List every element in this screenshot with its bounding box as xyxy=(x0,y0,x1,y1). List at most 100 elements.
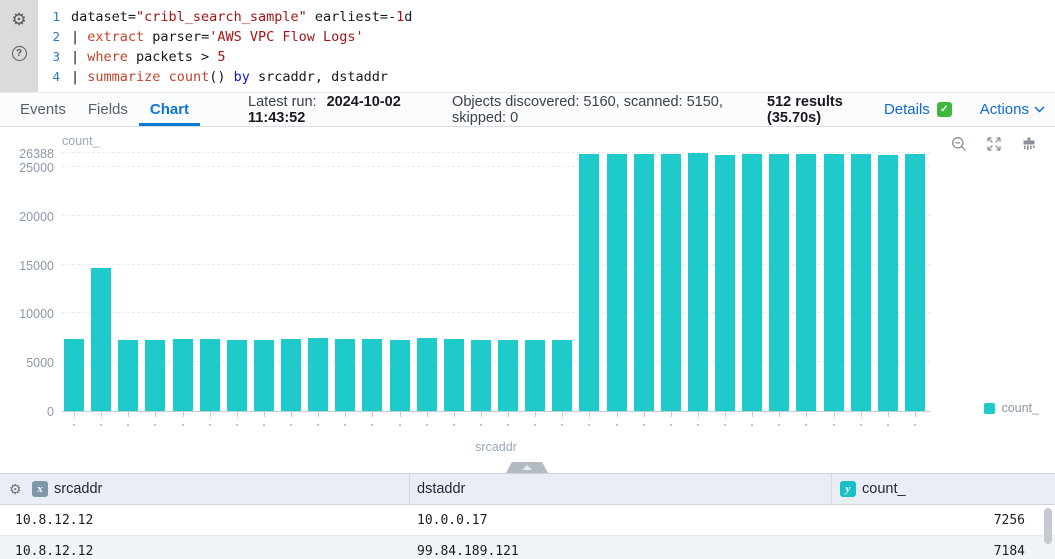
x-axis-tick xyxy=(101,412,103,417)
editor-settings-button[interactable]: ⚙ xyxy=(0,7,38,31)
bar[interactable] xyxy=(416,338,437,411)
chart-panel: count_ srcaddr count_ 0 5000 10000 15000… xyxy=(0,127,1055,462)
bar[interactable] xyxy=(443,339,464,411)
cell-count[interactable]: 7256 xyxy=(832,513,1055,528)
bar[interactable] xyxy=(904,154,925,411)
x-axis-tick xyxy=(209,412,211,417)
tab-chart[interactable]: Chart xyxy=(138,93,201,126)
bar[interactable] xyxy=(579,153,600,411)
cell-count[interactable]: 7184 xyxy=(832,544,1055,559)
actions-menu[interactable]: Actions xyxy=(980,101,1045,118)
query-line[interactable]: 2 | extract parser='AWS VPC Flow Logs' xyxy=(38,27,412,47)
bar[interactable] xyxy=(877,154,898,411)
legend[interactable]: count_ xyxy=(984,401,1039,415)
y-axis-tick-label: 0 xyxy=(47,405,54,419)
x-tick-label-dot xyxy=(615,424,618,426)
x-axis-tick xyxy=(128,412,130,417)
tabbar-actions: Details ✓ Actions xyxy=(884,101,1055,118)
expand-icon[interactable] xyxy=(986,136,1002,152)
cell-srcaddr[interactable]: 10.8.12.12 xyxy=(0,544,410,559)
scrollbar-thumb[interactable] xyxy=(1044,508,1052,544)
latest-run-label: Latest run: xyxy=(248,93,317,110)
x-tick-label-dot xyxy=(669,424,672,426)
bar[interactable] xyxy=(172,338,193,411)
results-tabbar: Events Fields Chart Latest run: 2024-10-… xyxy=(0,92,1055,127)
editor-help-button[interactable]: ? xyxy=(0,41,38,65)
x-axis-tick xyxy=(725,412,726,417)
bar[interactable] xyxy=(850,153,871,411)
bar[interactable] xyxy=(525,339,546,411)
bar[interactable] xyxy=(715,155,735,411)
bar[interactable] xyxy=(606,154,627,411)
x-axis-tick xyxy=(372,412,374,417)
query-line[interactable]: 4 | summarize count() by srcaddr, dstaddr xyxy=(38,67,412,87)
x-axis-tick xyxy=(155,412,157,417)
bar[interactable] xyxy=(470,339,491,411)
column-header-dstaddr[interactable]: dstaddr xyxy=(410,474,832,504)
x-tick-label-dot xyxy=(181,424,184,426)
bar[interactable] xyxy=(498,339,518,411)
status-check-icon: ✓ xyxy=(936,102,952,117)
x-axis-tick xyxy=(74,412,75,417)
cell-srcaddr[interactable]: 10.8.12.12 xyxy=(0,513,410,528)
zoom-out-icon[interactable] xyxy=(951,136,967,152)
x-tick-label-dot xyxy=(208,424,211,426)
bar[interactable] xyxy=(226,339,247,411)
bar[interactable] xyxy=(281,339,301,411)
query-editor[interactable]: ⚙ ? 1 dataset="cribl_search_sample" earli… xyxy=(0,0,1055,92)
x-axis-title: srcaddr xyxy=(475,440,517,454)
table-settings-icon[interactable]: ⚙ xyxy=(9,482,24,497)
table-row[interactable]: 10.8.12.12 10.0.0.17 7256 xyxy=(0,505,1055,536)
chart-style-brush-icon[interactable] xyxy=(1021,136,1037,152)
tab-events[interactable]: Events xyxy=(9,93,77,126)
x-tick-label-dot xyxy=(886,424,889,426)
x-tick-label-dot xyxy=(859,424,862,426)
y-axis-title: count_ xyxy=(62,134,100,148)
x-axis-tick xyxy=(345,412,347,417)
line-number: 2 xyxy=(52,29,60,44)
bar[interactable] xyxy=(145,339,166,411)
x-axis-tick xyxy=(508,412,509,417)
x-tick-label-dot xyxy=(290,424,292,426)
objects-stats: Objects discovered: 5160, scanned: 5150,… xyxy=(452,93,723,126)
results-summary: 512 results (35.70s) xyxy=(767,93,843,126)
column-header-srcaddr[interactable]: ⚙ x srcaddr xyxy=(0,474,410,504)
bar[interactable] xyxy=(335,338,356,411)
bar[interactable] xyxy=(64,339,84,411)
x-tick-label-dot xyxy=(452,424,455,426)
bar[interactable] xyxy=(199,338,220,411)
x-tick-label-dot xyxy=(479,424,482,426)
details-link[interactable]: Details ✓ xyxy=(884,101,952,118)
table-row[interactable]: 10.8.12.12 99.84.189.121 7184 xyxy=(0,536,1055,559)
bar[interactable] xyxy=(91,267,112,411)
bar[interactable] xyxy=(308,338,329,411)
bar[interactable] xyxy=(552,339,573,411)
x-axis-tick xyxy=(236,412,238,417)
bar[interactable] xyxy=(796,154,817,411)
query-line[interactable]: 1 dataset="cribl_search_sample" earliest=… xyxy=(38,7,412,27)
bar[interactable] xyxy=(118,339,139,411)
bar[interactable] xyxy=(823,154,844,411)
x-axis-tick xyxy=(562,412,564,417)
bar[interactable] xyxy=(389,339,410,411)
query-line[interactable]: 3 | where packets > 5 xyxy=(38,47,412,67)
bar[interactable] xyxy=(687,153,708,411)
bar[interactable] xyxy=(362,339,383,411)
tab-fields[interactable]: Fields xyxy=(77,93,139,126)
bar[interactable] xyxy=(253,340,274,411)
x-tick-label-dot xyxy=(642,424,645,426)
bar[interactable] xyxy=(742,154,763,411)
legend-label: count_ xyxy=(1001,401,1039,415)
x-axis-tick xyxy=(779,412,781,417)
cell-dstaddr[interactable]: 10.0.0.17 xyxy=(410,513,832,528)
cell-dstaddr[interactable]: 99.84.189.121 xyxy=(410,544,832,559)
code-lines[interactable]: 1 dataset="cribl_search_sample" earliest=… xyxy=(38,7,412,87)
x-tick-label-dot xyxy=(398,424,401,426)
y-axis-tick-label: 26388 xyxy=(19,147,54,162)
bar[interactable] xyxy=(633,154,654,411)
column-header-count[interactable]: y count_ xyxy=(832,474,1055,504)
table-collapse-handle[interactable] xyxy=(506,462,548,473)
bar-chart-plot[interactable] xyxy=(62,147,930,426)
bar[interactable] xyxy=(660,154,681,411)
bar[interactable] xyxy=(769,154,790,411)
